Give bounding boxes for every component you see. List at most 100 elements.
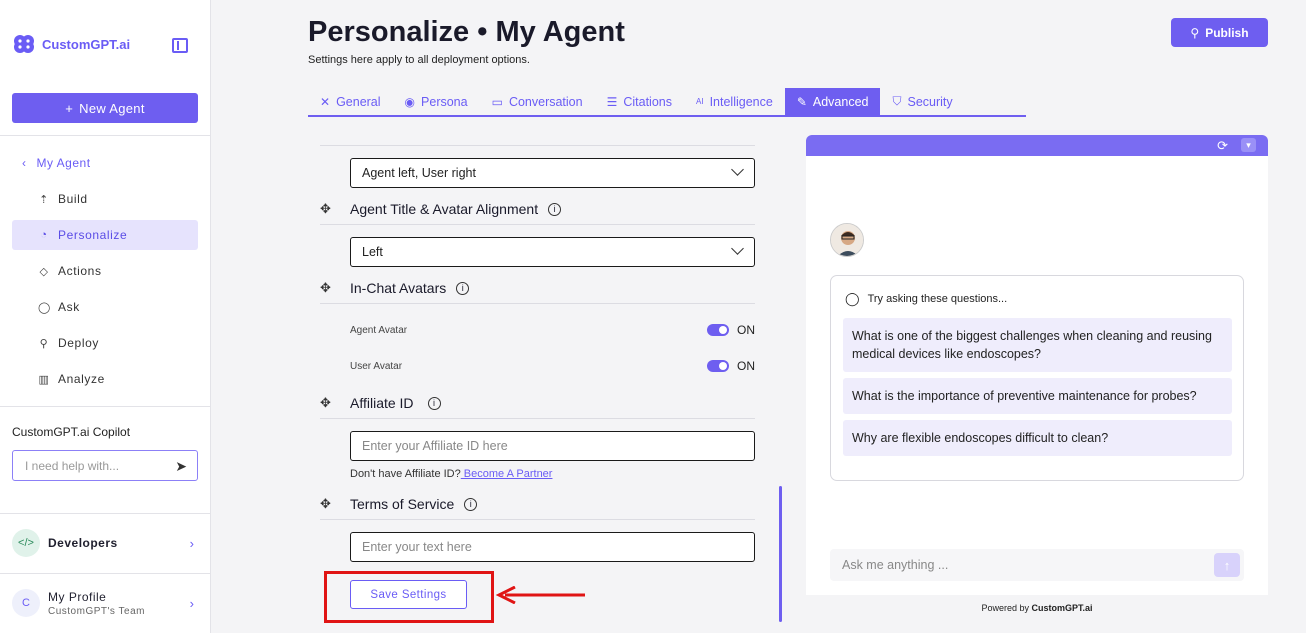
tab-persona[interactable]: ◉ Persona	[393, 88, 480, 115]
back-to-agent-link[interactable]: ‹ My Agent	[22, 156, 91, 170]
suggested-question[interactable]: What is one of the biggest challenges wh…	[843, 318, 1232, 372]
page-subtitle: Settings here apply to all deployment op…	[308, 54, 530, 66]
info-icon[interactable]: i	[456, 281, 470, 295]
profile-name: My Profile	[48, 589, 107, 604]
rocket-icon: ⚲	[39, 337, 49, 350]
page-title: Personalize • My Agent	[308, 16, 625, 48]
build-icon: ⇡	[39, 193, 49, 206]
chevron-left-icon: ‹	[22, 156, 27, 170]
divider	[0, 513, 211, 514]
drag-handle-icon[interactable]: ✥	[320, 201, 342, 217]
section-title-terms: ✥ Terms of Service i	[320, 496, 478, 512]
profile-link[interactable]: C My Profile CustomGPT's Team ›	[12, 589, 198, 617]
tab-citations[interactable]: ☰ Citations	[595, 88, 684, 115]
send-icon[interactable]: ➤	[175, 458, 187, 475]
brain-logo-icon	[14, 35, 34, 53]
drag-handle-icon[interactable]: ✥	[320, 280, 342, 296]
drag-handle-icon[interactable]: ✥	[320, 496, 342, 512]
info-icon[interactable]: i	[427, 396, 441, 410]
section-label: Terms of Service	[350, 496, 455, 512]
sidebar-item-label: Actions	[58, 264, 102, 278]
sidebar-item-personalize[interactable]: ◔ Personalize	[12, 220, 198, 250]
chevron-down-icon[interactable]: ▾	[1241, 138, 1256, 152]
sidebar-item-actions[interactable]: ◇ Actions	[12, 256, 198, 286]
tab-label: General	[336, 94, 381, 109]
tab-advanced[interactable]: ✎ Advanced	[784, 88, 881, 115]
user-avatar-label: User Avatar	[350, 360, 403, 372]
sidebar: CustomGPT.ai + New Agent ‹ My Agent ⇡ Bu…	[0, 0, 211, 633]
toggle-state: ON	[737, 323, 755, 337]
sidebar-item-label: Analyze	[58, 372, 105, 386]
suggested-question[interactable]: What is the importance of preventive mai…	[843, 378, 1232, 414]
agent-avatar-toggle[interactable]	[707, 324, 729, 336]
agent-avatar	[830, 223, 864, 257]
refresh-icon[interactable]: ⟳	[1217, 138, 1228, 154]
affiliate-id-input[interactable]: Enter your Affiliate ID here	[350, 431, 755, 461]
collapse-sidebar-icon[interactable]	[172, 38, 188, 53]
chat-icon: ◯	[38, 301, 51, 314]
input-placeholder: Enter your Affiliate ID here	[362, 439, 508, 453]
divider	[320, 145, 755, 146]
copilot-title: CustomGPT.ai Copilot	[12, 425, 131, 439]
sidebar-item-ask[interactable]: ◯ Ask	[12, 292, 198, 322]
become-partner-link[interactable]: Become A Partner	[461, 468, 553, 480]
logo[interactable]: CustomGPT.ai	[12, 32, 130, 56]
tab-conversation[interactable]: ▭ Conversation	[480, 88, 595, 115]
info-icon[interactable]: i	[464, 497, 478, 511]
chat-bubble-icon: ◯	[845, 291, 860, 306]
copilot-input[interactable]: I need help with... ➤	[12, 450, 198, 481]
chevron-down-icon	[731, 242, 744, 255]
ask-input[interactable]: Ask me anything ... ↑	[830, 549, 1244, 581]
avatar: C	[12, 589, 40, 617]
select-value: Left	[362, 245, 383, 259]
sidebar-item-label: Ask	[58, 300, 80, 314]
divider	[320, 303, 755, 304]
info-icon[interactable]: i	[548, 202, 562, 216]
divider	[0, 573, 211, 574]
sidebar-item-label: Deploy	[58, 336, 99, 350]
title-alignment-select[interactable]: Left	[350, 237, 755, 267]
drag-handle-icon[interactable]: ✥	[320, 395, 342, 411]
suggested-question[interactable]: Why are flexible endoscopes difficult to…	[843, 420, 1232, 456]
ask-placeholder: Ask me anything ...	[842, 558, 949, 572]
section-title-alignment: ✥ Agent Title & Avatar Alignment i	[320, 201, 562, 217]
section-label: In-Chat Avatars	[350, 280, 447, 296]
tab-label: Persona	[421, 94, 468, 109]
tab-label: Advanced	[812, 94, 869, 109]
profile-team: CustomGPT's Team	[48, 605, 145, 617]
powered-brand[interactable]: CustomGPT.ai	[1032, 603, 1093, 613]
tab-label: Security	[907, 94, 953, 109]
new-agent-button[interactable]: + New Agent	[12, 93, 198, 123]
publish-button[interactable]: ⚲ Publish	[1171, 18, 1268, 47]
sidebar-item-build[interactable]: ⇡ Build	[12, 184, 198, 214]
rocket-icon: ⚲	[1190, 25, 1200, 40]
tab-label: Intelligence	[709, 94, 773, 109]
message-alignment-select[interactable]: Agent left, User right	[350, 158, 755, 188]
sidebar-item-analyze[interactable]: ▥ Analyze	[12, 364, 198, 394]
developers-link[interactable]: </> Developers ›	[12, 529, 198, 557]
sidebar-item-deploy[interactable]: ⚲ Deploy	[12, 328, 198, 358]
shield-icon: ⛉	[892, 94, 902, 108]
input-placeholder: Enter your text here	[362, 540, 472, 554]
ai-icon: AI	[696, 97, 704, 106]
select-value: Agent left, User right	[362, 166, 476, 180]
palette-icon: ◔	[40, 229, 48, 241]
section-title-affiliate: ✥ Affiliate ID i	[320, 395, 441, 411]
wrench-icon: ✎	[796, 94, 807, 109]
divider	[0, 406, 211, 407]
divider	[320, 224, 755, 225]
tab-intelligence[interactable]: AI Intelligence	[684, 88, 785, 115]
tab-security[interactable]: ⛉ Security	[880, 88, 964, 115]
powered-prefix: Powered by	[981, 603, 1029, 613]
terms-of-service-input[interactable]: Enter your text here	[350, 532, 755, 562]
affiliate-hint-text: Don't have Affiliate ID?	[350, 468, 461, 480]
toggle-state: ON	[737, 359, 755, 373]
message-icon: ▭	[491, 94, 503, 109]
tab-general[interactable]: ✕ General	[308, 88, 393, 115]
scrollbar[interactable]	[779, 486, 782, 622]
section-label: Affiliate ID	[350, 395, 414, 411]
send-arrow-icon[interactable]: ↑	[1214, 553, 1240, 577]
chevron-down-icon	[731, 163, 744, 176]
user-avatar-toggle[interactable]	[707, 360, 729, 372]
code-icon: </>	[12, 529, 40, 557]
